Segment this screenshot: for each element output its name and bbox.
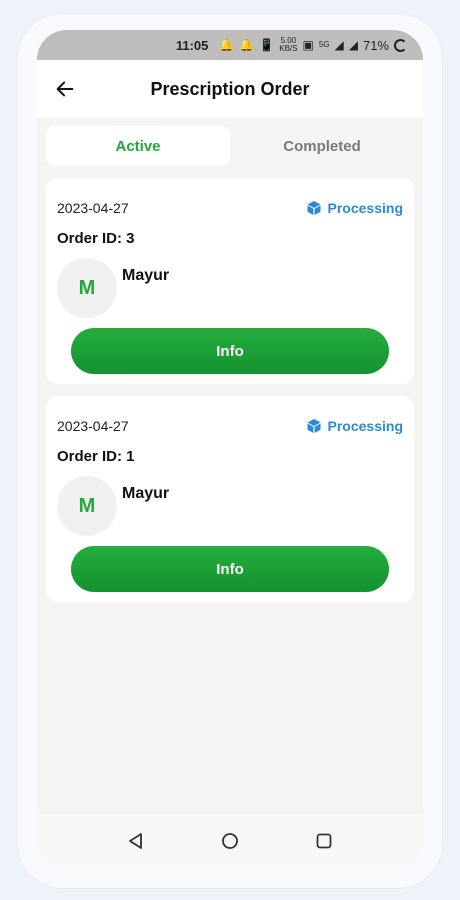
back-triangle-icon[interactable]: [127, 832, 145, 850]
recents-square-icon[interactable]: [315, 832, 333, 850]
bell-icon: 🔔: [239, 38, 255, 52]
page-title: Prescription Order: [150, 78, 310, 99]
tab-active[interactable]: Active: [46, 126, 230, 166]
patient-name: Mayur: [122, 267, 170, 284]
network-type: 5G: [318, 40, 330, 49]
status-badge: Processing: [306, 200, 403, 216]
order-date: 2023-04-27: [57, 200, 129, 216]
order-id: Order ID: 3: [57, 230, 135, 247]
order-date: 2023-04-27: [57, 418, 129, 434]
order-id: Order ID: 1: [57, 448, 135, 465]
signal-icon: ◢: [334, 38, 344, 52]
avatar: M: [57, 476, 117, 536]
status-text: Processing: [327, 418, 403, 434]
home-circle-icon[interactable]: [221, 832, 239, 850]
volte-icon: ▣: [302, 38, 314, 52]
status-text: Processing: [327, 200, 403, 216]
system-nav-bar: [37, 814, 423, 868]
speed-unit: KB/S: [279, 44, 298, 53]
status-bar: 11:05 🔔 🔔 📳 5.00 KB/S ▣ 5G ◢ ◢ 71%: [37, 30, 423, 60]
tab-bar: Active Completed: [46, 126, 414, 166]
bell-icon: 🔔: [219, 38, 235, 52]
battery-icon: [394, 38, 407, 52]
arrow-left-icon[interactable]: [54, 78, 76, 100]
order-card: 2023-04-27 Processing Order ID: 1 M Mayu…: [46, 396, 414, 602]
tab-completed[interactable]: Completed: [230, 126, 414, 166]
vibrate-icon: 📳: [259, 38, 275, 52]
app-screen: 11:05 🔔 🔔 📳 5.00 KB/S ▣ 5G ◢ ◢ 71% Presc…: [37, 30, 423, 868]
status-time: 11:05: [175, 37, 209, 53]
signal-icon: ◢: [348, 38, 358, 52]
patient-name: Mayur: [122, 485, 170, 502]
info-button[interactable]: Info: [71, 546, 389, 592]
status-badge: Processing: [306, 418, 403, 434]
package-icon: [307, 419, 321, 433]
battery-percent: 71%: [362, 37, 389, 53]
avatar: M: [57, 258, 117, 318]
app-bar: Prescription Order: [37, 60, 423, 118]
order-card: 2023-04-27 Processing Order ID: 3 M Mayu…: [46, 178, 414, 384]
info-button[interactable]: Info: [71, 328, 389, 374]
package-icon: [307, 201, 321, 215]
network-speed: 5.00 KB/S: [279, 37, 297, 53]
